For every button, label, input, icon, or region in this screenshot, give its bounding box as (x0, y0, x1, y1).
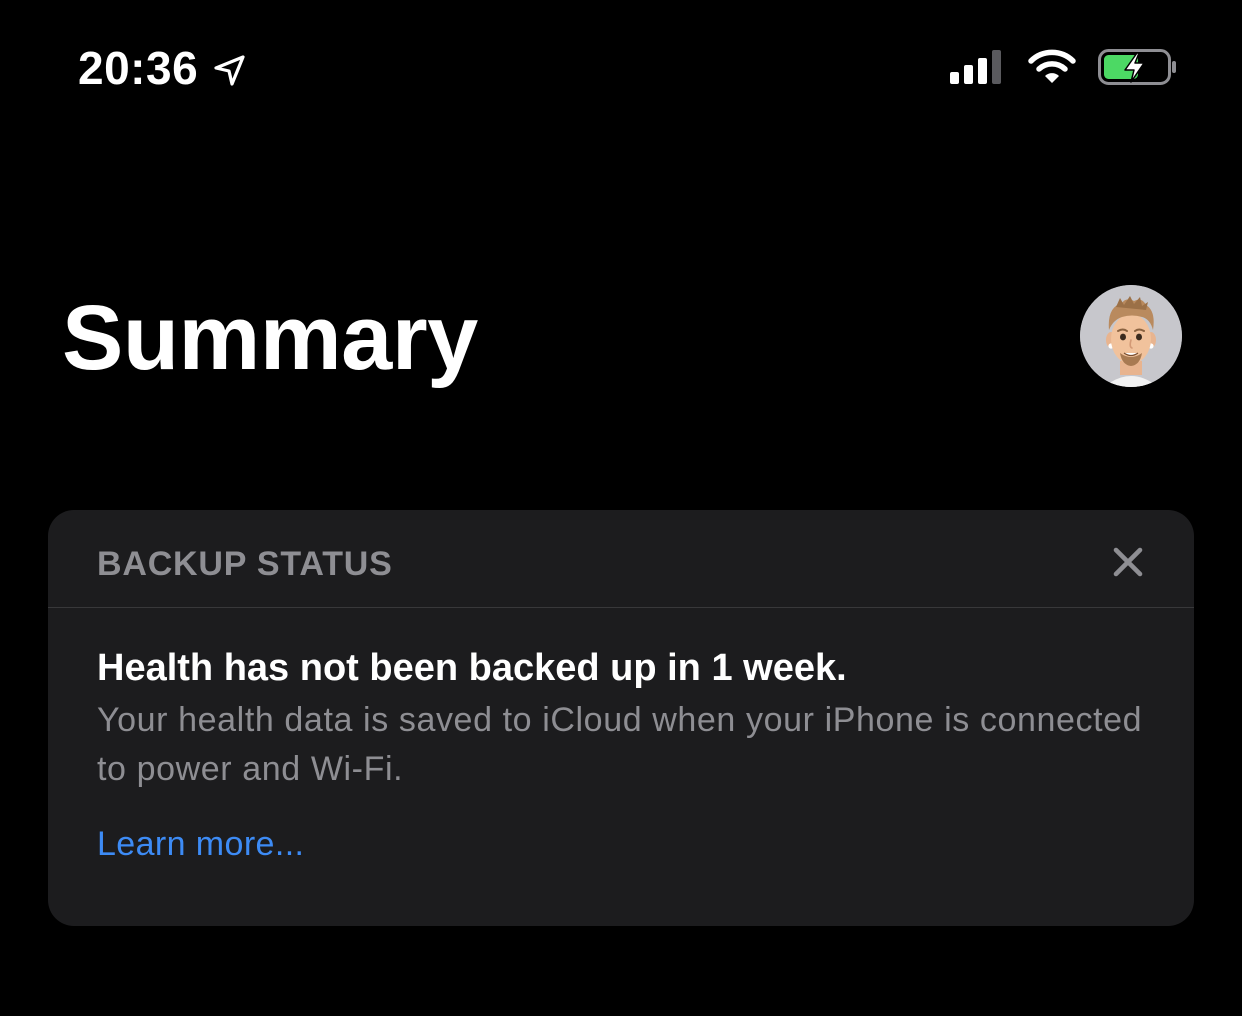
card-body: Health has not been backed up in 1 week.… (97, 644, 1154, 866)
wifi-icon (1028, 49, 1076, 83)
location-arrow-icon (212, 52, 248, 88)
clock-group: 20:36 (78, 40, 248, 96)
backup-headline: Health has not been backed up in 1 week. (97, 647, 847, 689)
card-header: BACKUP STATUS (48, 510, 1194, 608)
status-bar: 20:36 (0, 0, 1242, 135)
status-time: 20:36 (78, 42, 199, 94)
backup-description: Your health data is saved to iCloud when… (97, 701, 1143, 788)
card-section-title: BACKUP STATUS (97, 545, 393, 583)
memoji-avatar-icon[interactable] (1080, 285, 1182, 387)
health-summary-screen: 20:36 Summary BACKUP STATUS Health has n… (0, 0, 1242, 1016)
cellular-signal-icon (950, 50, 1001, 84)
battery-charging-icon (1098, 49, 1176, 85)
close-icon (1113, 547, 1143, 577)
backup-status-card: BACKUP STATUS Health has not been backed… (48, 510, 1194, 926)
page-title: Summary (62, 287, 478, 389)
close-button[interactable] (1110, 544, 1146, 580)
status-icons (950, 48, 1178, 86)
learn-more-link[interactable]: Learn more... (97, 822, 304, 866)
